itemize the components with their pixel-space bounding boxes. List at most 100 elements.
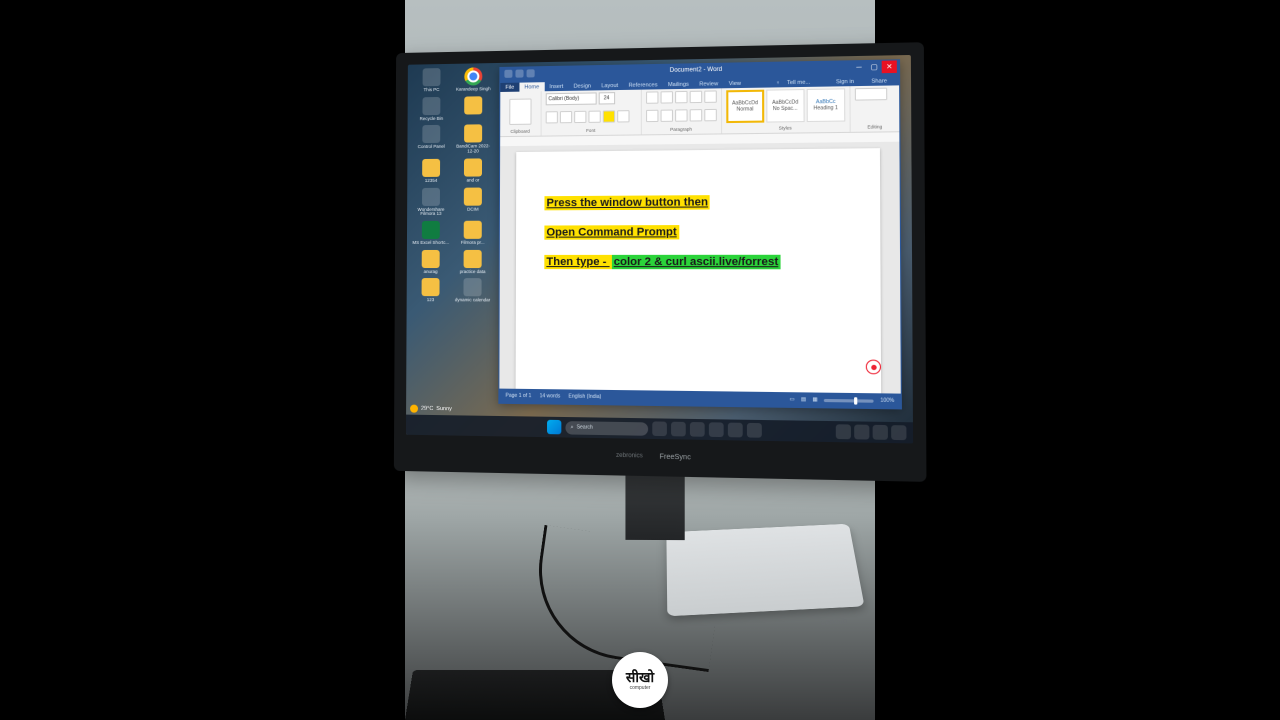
desktop-icon[interactable]: and or bbox=[453, 158, 493, 183]
view-read-icon[interactable]: ▭ bbox=[789, 396, 794, 402]
weather-widget[interactable]: 29°C Sunny bbox=[410, 405, 452, 414]
desktop-icon[interactable]: Filmora pr... bbox=[453, 221, 493, 246]
taskbar-app[interactable] bbox=[747, 423, 762, 438]
tab-mailings[interactable]: Mailings bbox=[663, 80, 694, 90]
window-title: Document2 - Word bbox=[670, 67, 722, 74]
maximize-button[interactable]: ▢ bbox=[867, 61, 882, 74]
indent-dec-button[interactable] bbox=[689, 91, 702, 103]
doc-line-1[interactable]: Press the window button then bbox=[544, 194, 850, 211]
desktop-icon[interactable]: BandiCam 2022-12-20 bbox=[453, 125, 493, 155]
taskbar-search[interactable]: ⌕ Search bbox=[565, 421, 648, 436]
tab-home[interactable]: Home bbox=[519, 82, 544, 91]
desktop-icon[interactable]: Wondershare Filmora 13 bbox=[411, 187, 451, 217]
style-nospacing[interactable]: AaBbCcDdNo Spac... bbox=[766, 89, 804, 123]
highlight-button[interactable] bbox=[602, 110, 614, 122]
align-left-button[interactable] bbox=[646, 109, 658, 121]
status-lang[interactable]: English (India) bbox=[568, 394, 601, 401]
shading-button[interactable] bbox=[704, 108, 717, 120]
page[interactable]: Press the window button then Open Comman… bbox=[516, 148, 882, 393]
paste-button[interactable] bbox=[509, 98, 531, 124]
tray-icon[interactable] bbox=[891, 425, 906, 440]
close-button[interactable]: ✕ bbox=[882, 60, 897, 73]
undo-icon[interactable] bbox=[515, 70, 523, 78]
folder-icon bbox=[464, 96, 482, 114]
taskbar-app[interactable] bbox=[652, 421, 667, 436]
desktop-icon[interactable]: MS Excel Shortc... bbox=[411, 221, 451, 246]
numbering-button[interactable] bbox=[660, 91, 672, 103]
multilevel-button[interactable] bbox=[675, 91, 687, 103]
indent-inc-button[interactable] bbox=[704, 90, 717, 102]
desktop-icon[interactable] bbox=[453, 96, 493, 121]
tray-icon[interactable] bbox=[854, 425, 869, 440]
bold-button[interactable] bbox=[545, 111, 557, 123]
tab-design[interactable]: Design bbox=[568, 81, 596, 91]
weather-temp: 29°C bbox=[421, 406, 433, 412]
folder-icon bbox=[464, 250, 482, 268]
desktop-icon[interactable]: anurag bbox=[411, 250, 451, 275]
tab-insert[interactable]: Insert bbox=[544, 82, 568, 91]
desktop-icon[interactable]: Karandeep Singh bbox=[453, 67, 493, 92]
start-button[interactable] bbox=[547, 420, 561, 435]
zoom-value[interactable]: 100% bbox=[880, 398, 894, 405]
status-words[interactable]: 14 words bbox=[540, 393, 561, 399]
view-web-icon[interactable]: ▦ bbox=[812, 397, 817, 403]
align-right-button[interactable] bbox=[675, 109, 688, 121]
underline-button[interactable] bbox=[574, 110, 586, 122]
font-size[interactable]: 24 bbox=[598, 92, 614, 104]
sun-icon bbox=[410, 405, 418, 413]
style-normal[interactable]: AaBbCcDdNormal bbox=[726, 90, 764, 123]
desktop-icon[interactable]: practice data bbox=[453, 250, 493, 275]
desktop-icon[interactable]: This PC bbox=[412, 68, 452, 93]
document-area[interactable]: Press the window button then Open Comman… bbox=[499, 142, 900, 394]
quick-access-toolbar[interactable] bbox=[504, 69, 534, 78]
desktop-icon[interactable]: Control Panel bbox=[411, 125, 451, 155]
font-name[interactable]: Calibri (Body) bbox=[545, 92, 596, 105]
desktop-icon[interactable]: 123 bbox=[411, 278, 451, 303]
bullets-button[interactable] bbox=[646, 91, 658, 103]
minimize-button[interactable]: ─ bbox=[851, 61, 866, 74]
taskbar-app[interactable] bbox=[728, 423, 743, 438]
tab-review[interactable]: Review bbox=[694, 79, 723, 89]
tray-icon[interactable] bbox=[836, 424, 851, 439]
chrome-icon bbox=[464, 67, 482, 85]
folder-icon bbox=[464, 125, 482, 143]
doc-line-3[interactable]: Then type - color 2 & curl ascii.live/fo… bbox=[544, 254, 850, 270]
tab-file[interactable]: File bbox=[500, 83, 519, 92]
status-page[interactable]: Page 1 of 1 bbox=[505, 393, 531, 399]
share-button[interactable]: Share bbox=[866, 76, 893, 86]
app-icon bbox=[422, 187, 440, 205]
style-heading1[interactable]: AaBbCcHeading 1 bbox=[806, 88, 845, 122]
align-center-button[interactable] bbox=[660, 109, 672, 121]
desktop-icon[interactable]: dynamic calendar bbox=[452, 279, 492, 304]
desktop-icon[interactable]: Recycle Bin bbox=[412, 97, 452, 122]
desktop-screen: This PC Karandeep Singh Recycle Bin Cont… bbox=[406, 55, 913, 443]
save-icon[interactable] bbox=[504, 70, 512, 78]
app-icon bbox=[463, 279, 481, 297]
desktop-icon[interactable]: DCIM bbox=[453, 187, 493, 217]
find-button[interactable] bbox=[855, 88, 887, 101]
doc-line-2[interactable]: Open Command Prompt bbox=[544, 224, 850, 240]
italic-button[interactable] bbox=[559, 110, 571, 122]
tab-view[interactable]: View bbox=[723, 79, 746, 89]
cable bbox=[527, 525, 725, 672]
view-print-icon[interactable]: ▤ bbox=[801, 397, 806, 403]
justify-button[interactable] bbox=[689, 109, 702, 121]
channel-name: सीखो bbox=[626, 670, 654, 684]
folder-icon bbox=[464, 221, 482, 239]
signin-link[interactable]: Sign in bbox=[831, 77, 860, 87]
taskbar-app[interactable] bbox=[690, 422, 705, 437]
strike-button[interactable] bbox=[588, 110, 600, 122]
taskbar-app[interactable] bbox=[671, 422, 686, 437]
font-color-button[interactable] bbox=[617, 110, 629, 122]
channel-watermark: सीखो computer bbox=[612, 652, 668, 708]
taskbar-app[interactable] bbox=[709, 422, 724, 437]
channel-sub: computer bbox=[630, 685, 651, 691]
excel-icon bbox=[422, 221, 440, 239]
tray-icon[interactable] bbox=[873, 425, 888, 440]
desktop-icon[interactable]: 12354 bbox=[411, 159, 451, 184]
zoom-slider[interactable] bbox=[824, 398, 874, 402]
tab-layout[interactable]: Layout bbox=[596, 81, 623, 91]
redo-icon[interactable] bbox=[527, 69, 535, 77]
search-placeholder: Search bbox=[577, 424, 593, 430]
folder-icon bbox=[422, 159, 440, 177]
